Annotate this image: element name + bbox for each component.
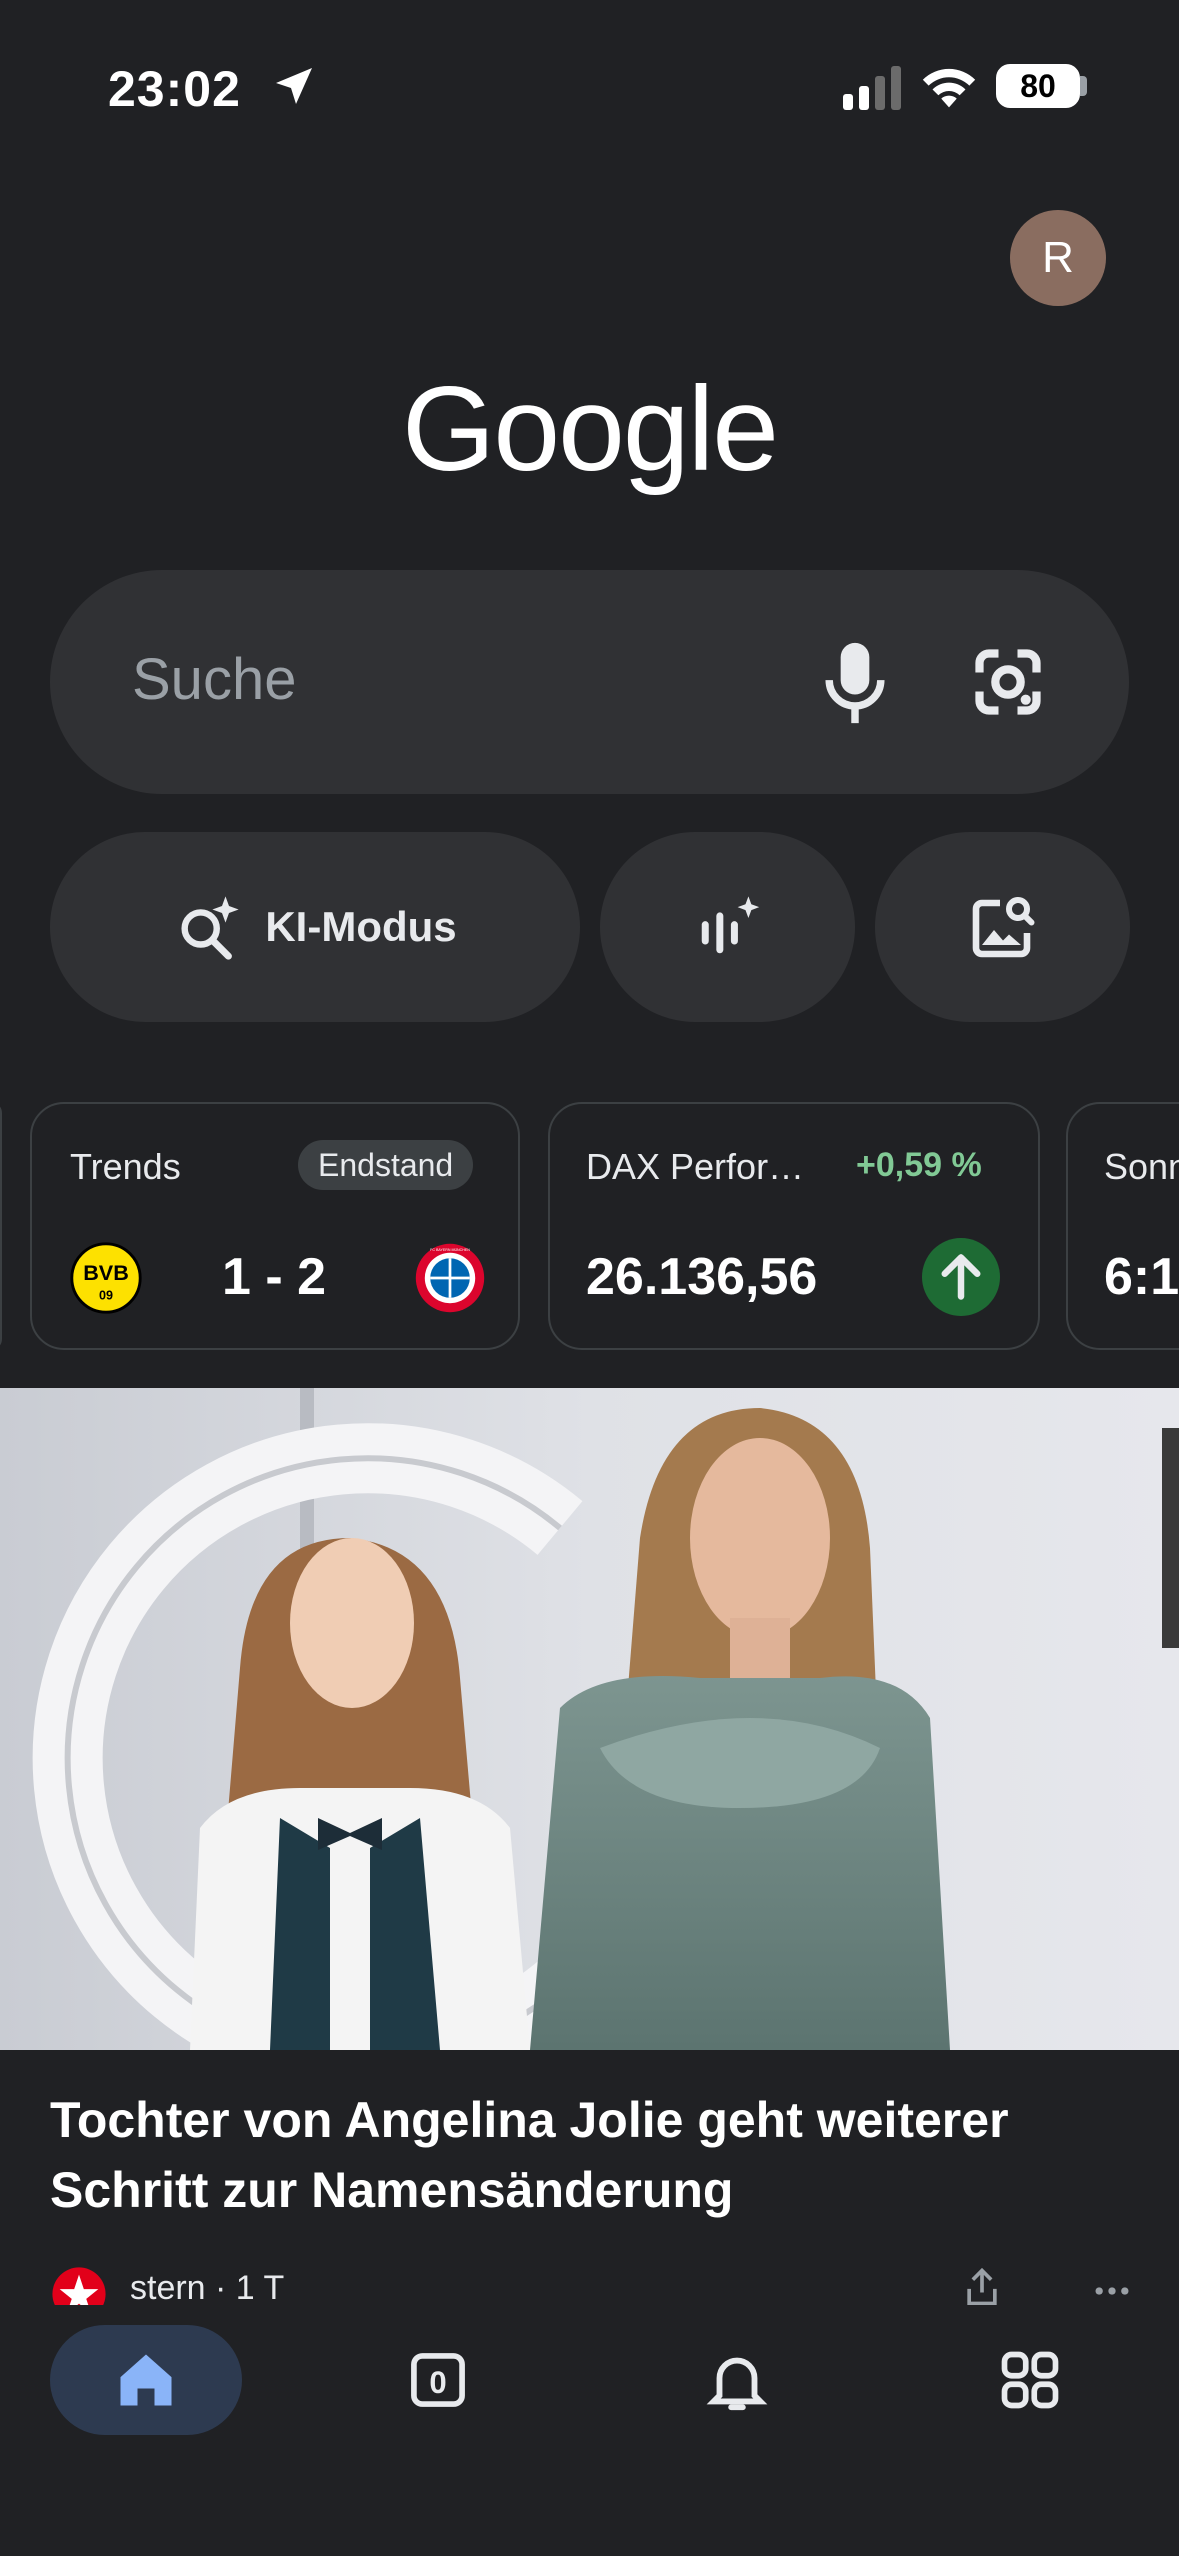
dax-card[interactable]: DAX Perfor… +0,59 % 26.136,56 (548, 1102, 1040, 1350)
final-score-badge: Endstand (298, 1140, 474, 1190)
bell-icon (706, 2357, 768, 2411)
battery-indicator: 80 (996, 64, 1080, 108)
fc-bayern-logo: FC BAYERN MÜNCHEN (415, 1243, 485, 1313)
more-options-icon[interactable] (1090, 2269, 1130, 2305)
nav-home-tab[interactable] (50, 2325, 242, 2435)
previous-card-edge[interactable] (0, 1102, 2, 1350)
dax-change: +0,59 % (856, 1146, 982, 1184)
image-search-button[interactable] (875, 832, 1130, 1022)
home-icon (120, 2354, 172, 2406)
nav-notifications-button[interactable] (702, 2346, 772, 2416)
share-icon[interactable] (960, 2265, 1004, 2305)
google-logo: Google (402, 362, 779, 496)
fc-bayern-logo-text: FC BAYERN MÜNCHEN (430, 1248, 470, 1252)
match-score: 1 - 2 (222, 1248, 327, 1306)
wifi-icon (922, 68, 976, 108)
trend-up-indicator (922, 1238, 1000, 1316)
tabs-icon: 0 (411, 2353, 465, 2407)
audio-sparkle-icon (701, 896, 759, 954)
ai-mode-label: KI-Modus (265, 903, 457, 950)
news-source-row: stern · 1 T (50, 2265, 1130, 2305)
bvb-logo-number: 09 (99, 1289, 113, 1303)
ai-mode-button[interactable]: KI-Modus (50, 832, 580, 1022)
dax-title: DAX Perfor… (586, 1146, 805, 1187)
news-source: stern · 1 T (130, 2269, 285, 2305)
account-avatar[interactable]: R (1010, 210, 1106, 306)
image-search-icon (972, 897, 1034, 958)
search-input[interactable]: Suche (132, 646, 296, 713)
cellular-signal-icon (843, 66, 901, 110)
tabs-count: 0 (429, 2365, 446, 2400)
google-lens-icon[interactable] (970, 644, 1046, 720)
news-image[interactable] (0, 1388, 1179, 2050)
status-time: 23:02 (108, 61, 241, 117)
nav-apps-button[interactable] (996, 2346, 1064, 2414)
nav-tabs-button[interactable]: 0 (404, 2346, 472, 2414)
ai-search-sparkle-icon (181, 896, 239, 960)
bvb-logo: BVB 09 (70, 1242, 142, 1314)
sun-value: 6:1 (1104, 1248, 1179, 1306)
microphone-icon[interactable] (820, 640, 890, 726)
stern-logo (52, 2267, 106, 2305)
voice-ai-button[interactable] (600, 832, 855, 1022)
location-arrow-icon (276, 68, 312, 104)
trends-title: Trends (70, 1146, 181, 1187)
apps-grid-icon (1001, 2351, 1059, 2409)
news-headline[interactable]: Tochter von Angelina Jolie geht weiterer… (50, 2085, 1140, 2225)
dax-value: 26.136,56 (586, 1248, 818, 1306)
battery-tip (1080, 76, 1087, 96)
trends-card[interactable]: Trends Endstand BVB 09 1 - 2 FC BAYERN M… (30, 1102, 520, 1350)
sun-title: Sonn (1104, 1146, 1179, 1187)
news-photo-illustration (0, 1388, 1179, 2050)
bvb-logo-text: BVB (83, 1260, 129, 1285)
sun-card[interactable]: Sonn 6:1 (1066, 1102, 1179, 1350)
arrow-up-icon (941, 1254, 981, 1300)
